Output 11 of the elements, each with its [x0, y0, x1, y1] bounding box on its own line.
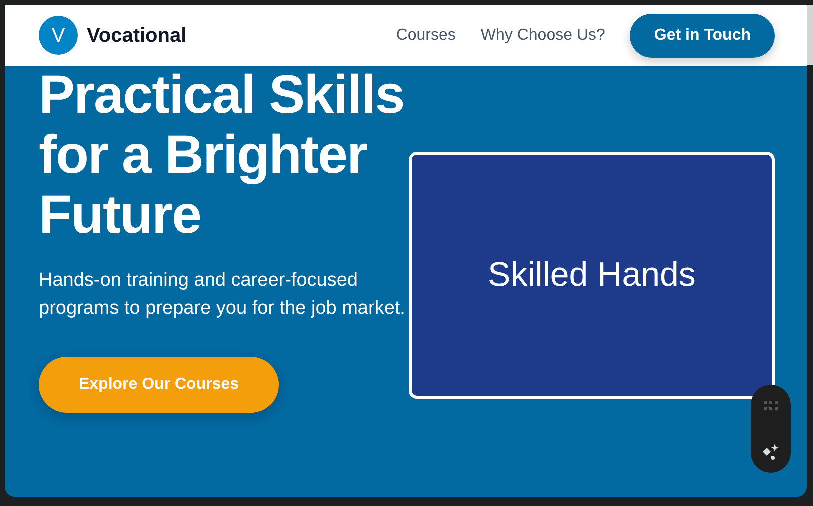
sparkle-icon[interactable]	[762, 444, 780, 461]
logo-icon[interactable]: V	[39, 16, 78, 55]
get-in-touch-button[interactable]: Get in Touch	[630, 14, 775, 58]
hero-text: Hands-on training and career-focused programs to prepare you for the job market.	[39, 269, 406, 321]
image-label: Skilled Hands	[488, 255, 696, 296]
nav-link[interactable]: Why Choose Us?	[480, 24, 606, 48]
hero-title: Practical Skills for a Brighter Future	[39, 65, 406, 245]
scrollbar[interactable]	[807, 5, 813, 65]
nav-link[interactable]: Courses	[396, 24, 456, 48]
brand-name[interactable]: Vocational	[87, 20, 187, 50]
grid-dots-icon[interactable]	[764, 401, 778, 410]
